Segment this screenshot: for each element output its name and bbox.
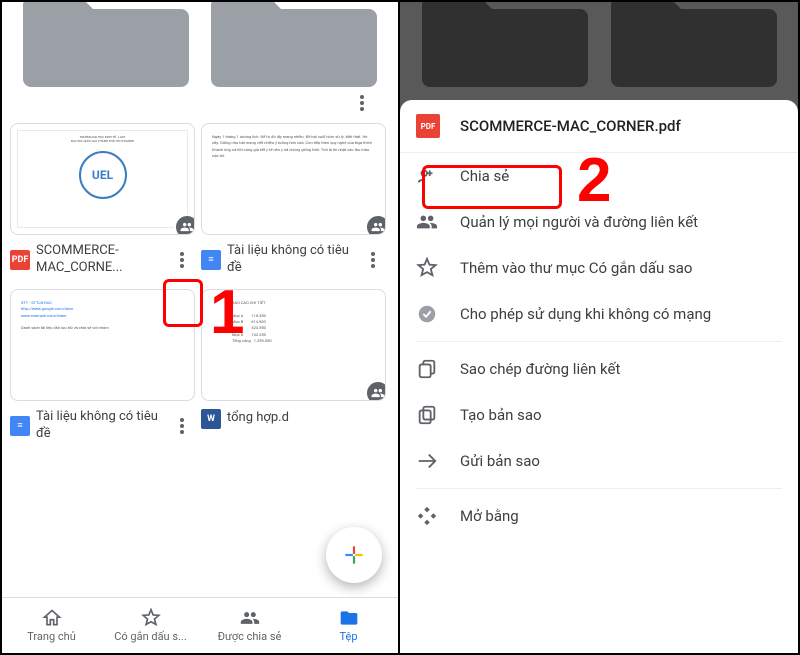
- menu-label: Mở bằng: [460, 507, 519, 525]
- nav-label: Tệp: [339, 630, 357, 643]
- menu-copy-link[interactable]: Sao chép đường liên kết: [400, 346, 798, 392]
- file-thumbnail: STT - STTLB-ĐUChttp://www.google.com/dri…: [10, 289, 195, 401]
- file-thumbnail: Ngày 1 tháng 1 dương lịch. Để từ đó lấy …: [201, 123, 386, 235]
- file-thumbnail: TRƯỜNG ĐẠI HỌC KINH TẾ - LUẬTĐẠI HỌC QUỐ…: [10, 123, 195, 235]
- files-grid: TRƯỜNG ĐẠI HỌC KINH TẾ - LUẬTĐẠI HỌC QUỐ…: [2, 117, 398, 449]
- file-more-icon[interactable]: [169, 247, 195, 273]
- separator: [416, 488, 782, 489]
- drive-files-screen: TRƯỜNG ĐẠI HỌC KINH TẾ - LUẬTĐẠI HỌC QUỐ…: [2, 2, 400, 653]
- file-card[interactable]: BÁO CÁO CHI TIẾTMục A 118.350Mục B 614.9…: [201, 289, 386, 449]
- menu-label: Tạo bản sao: [460, 406, 542, 424]
- menu-offline[interactable]: Cho phép sử dụng khi không có mạng: [400, 291, 798, 337]
- file-more-icon[interactable]: [360, 247, 386, 273]
- sheet-header: PDF SCOMMERCE-MAC_CORNER.pdf: [400, 100, 798, 153]
- shared-icon: [365, 380, 386, 401]
- file-card[interactable]: STT - STTLB-ĐUChttp://www.google.com/dri…: [10, 289, 195, 449]
- context-menu-screen: PDF SCOMMERCE-MAC_CORNER.pdf Chia sẻ Quả…: [400, 2, 798, 653]
- pdf-icon: PDF: [416, 114, 440, 138]
- menu-label: Quản lý mọi người và đường liên kết: [460, 213, 698, 231]
- menu-make-copy[interactable]: Tạo bản sao: [400, 392, 798, 438]
- word-icon: W: [201, 409, 221, 429]
- nav-label: Được chia sẻ: [218, 630, 282, 643]
- file-more-icon[interactable]: [169, 413, 195, 439]
- nav-shared[interactable]: Được chia sẻ: [200, 598, 299, 653]
- folders-row: [2, 2, 398, 87]
- nav-starred[interactable]: Có gắn dấu s...: [101, 598, 200, 653]
- nav-home[interactable]: Trang chủ: [2, 598, 101, 653]
- folder[interactable]: [209, 2, 379, 87]
- nav-files[interactable]: Tệp: [299, 598, 398, 653]
- menu-manage-people[interactable]: Quản lý mọi người và đường liên kết: [400, 199, 798, 245]
- separator: [416, 341, 782, 342]
- docs-icon: ≡: [201, 250, 221, 270]
- file-name: tổng hợp.d: [227, 410, 386, 427]
- nav-label: Trang chủ: [27, 630, 76, 643]
- shared-icon: [365, 214, 386, 235]
- folder[interactable]: [21, 2, 191, 87]
- file-name: SCOMMERCE-MAC_CORNE...: [36, 243, 169, 277]
- file-name: Tài liệu không có tiêu đề: [36, 409, 169, 443]
- shared-icon: [174, 214, 195, 235]
- pdf-icon: PDF: [10, 250, 30, 270]
- docs-icon: ≡: [10, 416, 30, 436]
- bottom-nav: Trang chủ Có gắn dấu s... Được chia sẻ T…: [2, 597, 398, 653]
- nav-label: Có gắn dấu s...: [114, 630, 186, 643]
- menu-label: Sao chép đường liên kết: [460, 360, 620, 378]
- folders-row-dimmed: [400, 2, 798, 87]
- menu-label: Chia sẻ: [460, 167, 509, 185]
- sheet-title: SCOMMERCE-MAC_CORNER.pdf: [460, 117, 681, 135]
- menu-label: Cho phép sử dụng khi không có mạng: [460, 305, 711, 323]
- fab-add-button[interactable]: [326, 527, 382, 583]
- menu-open-with[interactable]: Mở bằng: [400, 493, 798, 539]
- folder-more-icon[interactable]: [348, 89, 376, 117]
- file-card[interactable]: Ngày 1 tháng 1 dương lịch. Để từ đó lấy …: [201, 123, 386, 283]
- file-name: Tài liệu không có tiêu đề: [227, 243, 360, 277]
- menu-label: Thêm vào thư mục Có gắn dấu sao: [460, 259, 693, 277]
- menu-label: Gửi bản sao: [460, 452, 540, 470]
- menu-share[interactable]: Chia sẻ: [400, 153, 798, 199]
- menu-send-copy[interactable]: Gửi bản sao: [400, 438, 798, 484]
- bottom-sheet: PDF SCOMMERCE-MAC_CORNER.pdf Chia sẻ Quả…: [400, 100, 798, 653]
- file-card[interactable]: TRƯỜNG ĐẠI HỌC KINH TẾ - LUẬTĐẠI HỌC QUỐ…: [10, 123, 195, 283]
- menu-add-star[interactable]: Thêm vào thư mục Có gắn dấu sao: [400, 245, 798, 291]
- file-thumbnail: BÁO CÁO CHI TIẾTMục A 118.350Mục B 614.9…: [201, 289, 386, 401]
